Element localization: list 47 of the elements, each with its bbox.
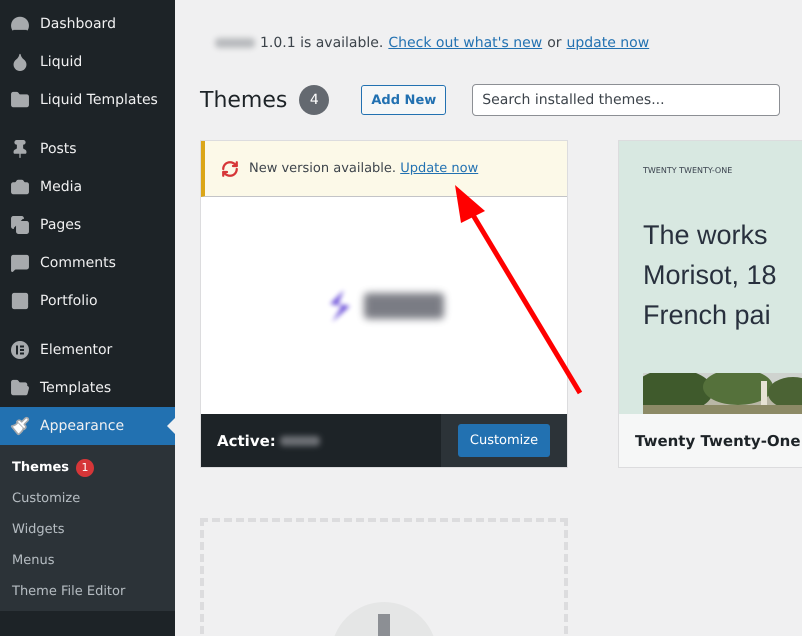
- notice-text: 1.0.1 is available.: [260, 35, 384, 51]
- menu-item[interactable]: Comments: [0, 244, 175, 282]
- pages-icon: [10, 215, 30, 235]
- camera-icon: [10, 177, 30, 197]
- paintbrush-icon: [10, 416, 30, 436]
- submenu-item[interactable]: Customize: [0, 483, 175, 514]
- add-theme-card[interactable]: [200, 518, 568, 636]
- theme-name: Twenty Twenty-One: [634, 430, 802, 452]
- menu-item[interactable]: Portfolio: [0, 282, 175, 320]
- menu-item[interactable]: Liquid: [0, 43, 175, 81]
- folder-icon: [10, 378, 30, 398]
- submenu-item[interactable]: Widgets: [0, 514, 175, 545]
- menu-item[interactable]: Liquid Templates: [0, 81, 175, 119]
- site-title: TWENTY TWENTY-ONE: [643, 166, 734, 175]
- page-title: Themes: [200, 88, 288, 112]
- redacted-mark: [280, 436, 320, 446]
- theme-count: 4: [299, 85, 330, 115]
- submenu-item[interactable]: Menus: [0, 545, 175, 576]
- update-now-link[interactable]: Update now: [400, 161, 478, 176]
- refresh-icon: [221, 160, 239, 178]
- headline-text: Morisot, 18: [643, 259, 778, 292]
- menu-item[interactable]: Appearance: [0, 407, 175, 445]
- menu-item[interactable]: Templates: [0, 369, 175, 407]
- folder-icon: [10, 90, 30, 110]
- speech-bubble-icon: [10, 253, 30, 273]
- notice-text: New version available. Update now: [249, 161, 478, 176]
- whats-new-link[interactable]: Check out what's new: [388, 35, 542, 51]
- customize-button[interactable]: Customize: [458, 424, 550, 457]
- menu-item[interactable]: Posts: [0, 130, 175, 168]
- update-link[interactable]: update now: [566, 35, 650, 51]
- search-field[interactable]: Search installed themes...: [472, 84, 780, 116]
- submenu-item[interactable]: Theme File Editor: [0, 576, 175, 607]
- notice-text: or: [547, 35, 562, 51]
- headline-text: The works: [643, 219, 769, 252]
- menu-item[interactable]: Dashboard: [0, 5, 175, 43]
- theme-card[interactable]: TWENTY TWENTY-ONE The works Morisot, 18 French pai Twenty Twenty-One: [618, 140, 802, 468]
- theme-card[interactable]: New version available. Update now Active: Customize: [200, 140, 568, 468]
- count-badge: 1: [76, 458, 94, 476]
- elementor-icon: [10, 340, 30, 360]
- redacted-mark: [215, 38, 255, 48]
- menu-item[interactable]: Pages: [0, 206, 175, 244]
- menu-item[interactable]: Elementor: [0, 331, 175, 369]
- submenu-item[interactable]: Themes 1: [0, 452, 175, 483]
- headline-text: French pai: [643, 299, 772, 332]
- add-new-button[interactable]: Add New: [361, 85, 446, 115]
- active-label: Active:: [217, 432, 276, 450]
- menu-item[interactable]: Media: [0, 168, 175, 206]
